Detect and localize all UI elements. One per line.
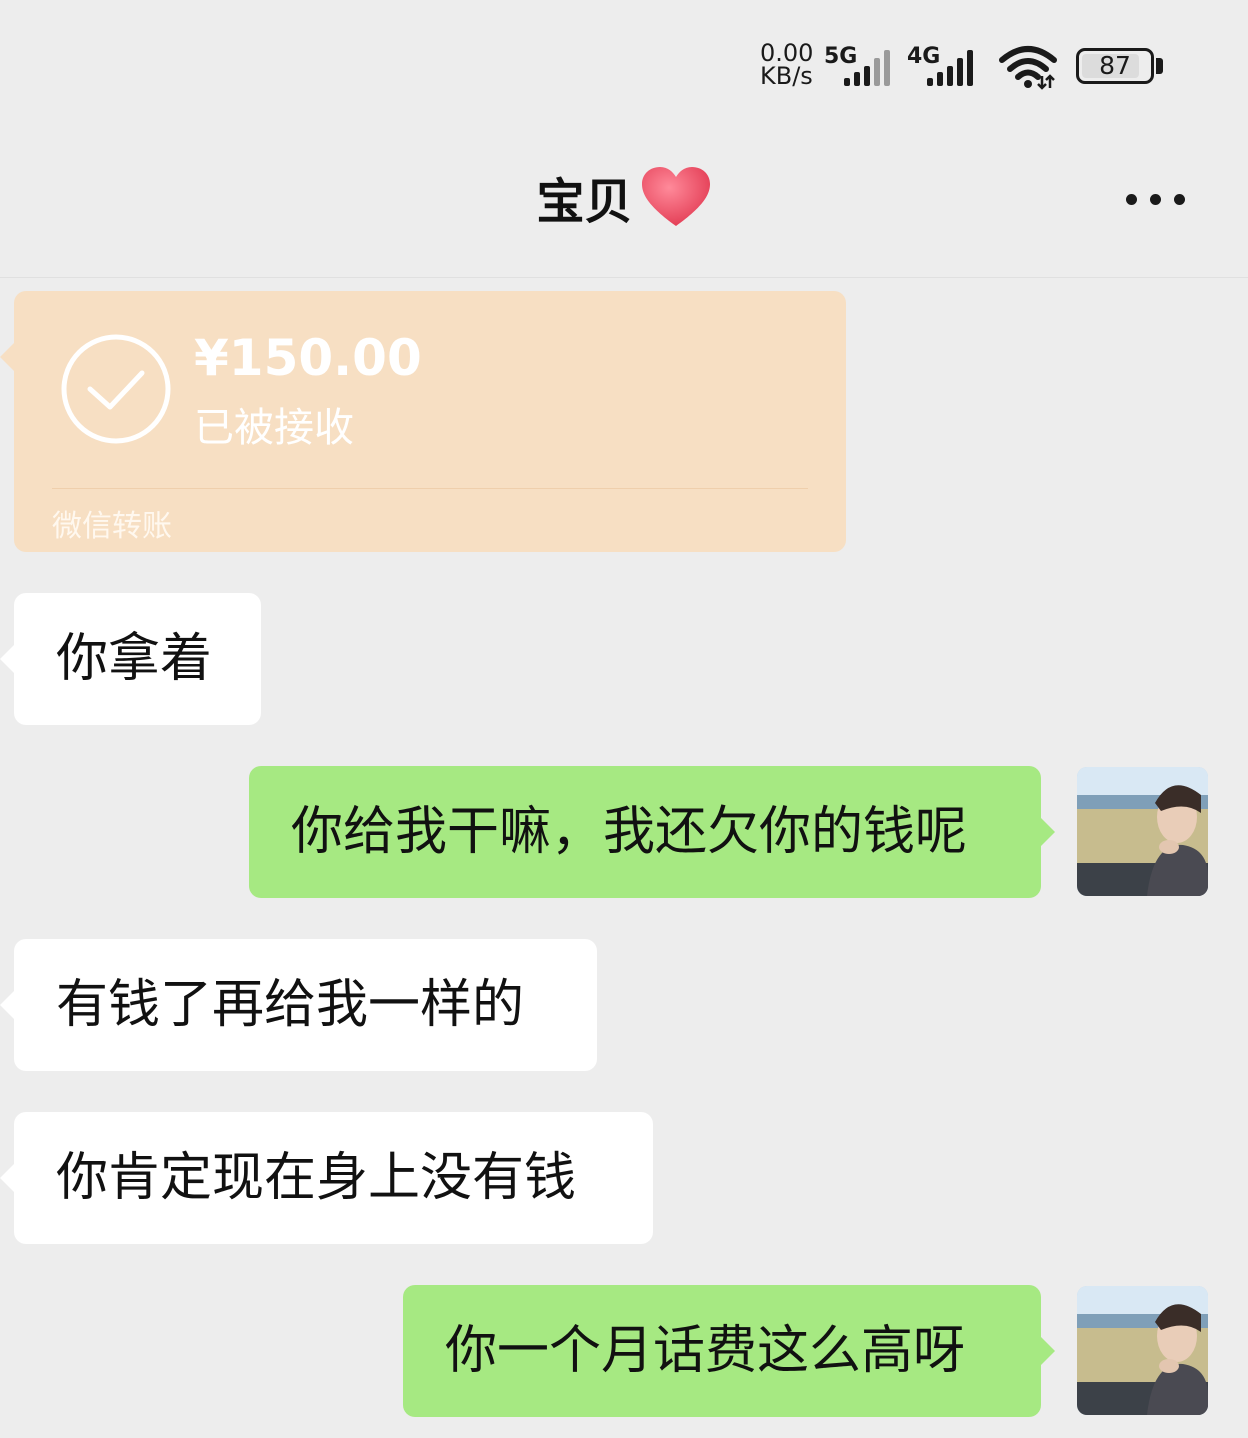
heart-icon xyxy=(641,167,710,226)
avatar[interactable] xyxy=(1077,767,1208,896)
message-bubble-outgoing[interactable]: 你一个月话费这么高呀 xyxy=(403,1285,1055,1417)
check-circle-icon xyxy=(61,334,171,444)
message-bubble-incoming[interactable]: 有钱了再给我一样的 xyxy=(0,939,597,1071)
network-speed-unit: KB/s xyxy=(760,62,813,90)
chat-header: 宝贝 xyxy=(0,120,1248,278)
transfer-amount: ¥150.00 xyxy=(194,329,422,387)
wifi-icon xyxy=(999,46,1057,90)
battery-percent: 87 xyxy=(1099,51,1131,80)
battery-cap xyxy=(1156,58,1163,74)
transfer-divider xyxy=(52,488,808,489)
battery-icon: 87 xyxy=(1076,48,1154,84)
network-speed: 0.00 KB/s xyxy=(760,41,813,90)
transfer-card[interactable]: ¥150.00 已被接收 微信转账 xyxy=(0,291,846,552)
status-bar: 0.00 KB/s 5G 4G 87 xyxy=(0,0,1248,120)
message-bubble-outgoing[interactable]: 你给我干嘛，我还欠你的钱呢 xyxy=(249,766,1055,898)
transfer-footer: 微信转账 xyxy=(52,509,172,544)
avatar[interactable] xyxy=(1077,1286,1208,1415)
more-options-icon[interactable] xyxy=(1124,188,1188,212)
message-bubble-incoming[interactable]: 你肯定现在身上没有钱 xyxy=(0,1112,653,1244)
message-bubble-incoming[interactable]: 你拿着 xyxy=(0,593,261,725)
transfer-status: 已被接收 xyxy=(194,405,354,451)
chat-title: 宝贝 xyxy=(536,174,633,230)
chat-title-wrap: 宝贝 xyxy=(0,162,1248,232)
